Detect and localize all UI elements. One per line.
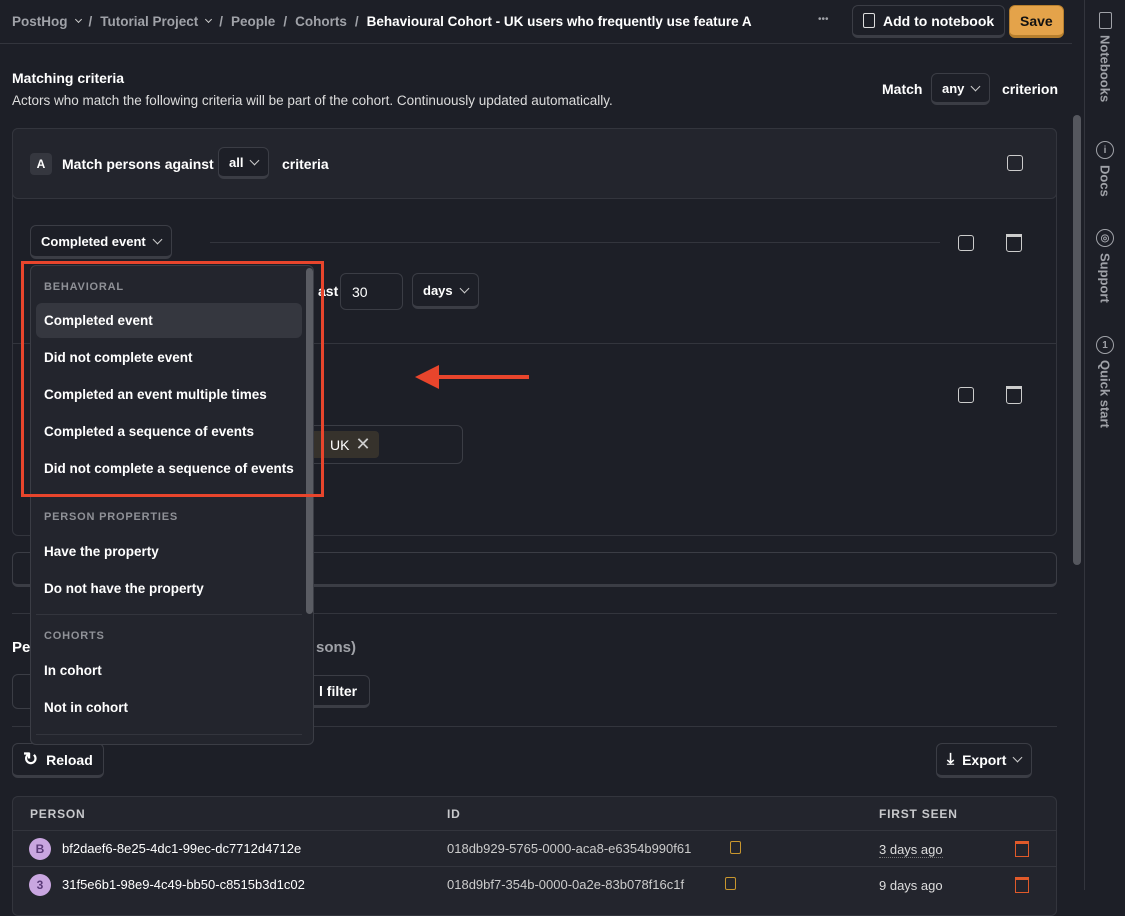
- info-icon: i: [1096, 141, 1114, 159]
- delete-person-icon[interactable]: [1015, 841, 1029, 857]
- persons-title: Pe: [12, 639, 31, 656]
- group-letter-badge: A: [30, 153, 52, 175]
- days-input[interactable]: 30: [340, 273, 403, 310]
- save-label: Save: [1020, 12, 1053, 29]
- match-value: any: [942, 80, 965, 96]
- add-to-notebook-button[interactable]: Add to notebook: [852, 5, 1006, 38]
- breadcrumb-org[interactable]: PostHog: [12, 14, 68, 29]
- notebook-icon: [1098, 12, 1112, 29]
- more-button[interactable]: •••: [818, 14, 829, 25]
- highlight-box: [21, 261, 324, 497]
- chevron-down-icon: [1012, 752, 1023, 763]
- arrow-left-icon: [415, 365, 529, 389]
- breadcrumb-project[interactable]: Tutorial Project: [100, 14, 198, 29]
- criterion-type-select[interactable]: Completed event: [30, 225, 172, 259]
- person-link[interactable]: bf2daef6-8e25-4dc1-99ec-dc7712d4712e: [62, 841, 301, 856]
- avatar: 3: [29, 874, 51, 896]
- menu-section-cohorts: COHORTS: [44, 630, 105, 642]
- quick-start-badge-icon: 1: [1096, 336, 1114, 354]
- group-prefix: Match persons against: [62, 156, 214, 172]
- person-id: 018db929-5765-0000-aca8-e6354b990f61: [447, 841, 692, 856]
- section-description: Actors who match the following criteria …: [12, 93, 613, 108]
- export-label: Export: [962, 751, 1007, 768]
- trash-icon[interactable]: [1006, 234, 1022, 252]
- persons-count: sons): [316, 639, 357, 656]
- duplicate-group-icon[interactable]: [1007, 155, 1023, 171]
- download-icon: ⤓: [947, 750, 955, 768]
- breadcrumb-cohorts[interactable]: Cohorts: [295, 14, 347, 29]
- duplicate-icon[interactable]: [958, 387, 974, 403]
- copy-icon[interactable]: [725, 877, 736, 890]
- menu-item-not-in-cohort[interactable]: Not in cohort: [36, 690, 302, 725]
- export-button[interactable]: ⤓ Export: [936, 743, 1033, 778]
- section-title: Matching criteria: [12, 70, 125, 86]
- chevron-down-icon: [205, 15, 213, 24]
- copy-icon[interactable]: [730, 841, 741, 854]
- group-match-value: all: [229, 154, 244, 170]
- first-seen: 3 days ago: [879, 842, 943, 858]
- chevron-down-icon: [74, 15, 82, 24]
- sidebar-item-docs[interactable]: i Docs: [1088, 141, 1122, 197]
- delete-person-icon[interactable]: [1015, 877, 1029, 893]
- reload-icon: ↻: [23, 749, 39, 769]
- group-match-select[interactable]: all: [218, 147, 270, 179]
- breadcrumb-current: Behavioural Cohort - UK users who freque…: [366, 14, 752, 29]
- lifebuoy-icon: ◎: [1096, 229, 1114, 247]
- sidebar-label: Docs: [1097, 165, 1113, 197]
- reload-label: Reload: [46, 751, 93, 768]
- page-scrollbar[interactable]: [1073, 115, 1081, 565]
- sidebar-label: Support: [1097, 253, 1113, 303]
- unit-select[interactable]: days: [412, 273, 479, 309]
- first-seen: 9 days ago: [879, 878, 943, 893]
- match-label: Match: [882, 81, 923, 97]
- breadcrumb: PostHog / Tutorial Project / People / Co…: [12, 14, 752, 29]
- unit-value: days: [423, 282, 453, 298]
- notebook-icon: [863, 13, 875, 28]
- close-icon[interactable]: ✕: [355, 434, 370, 455]
- sidebar-label: Quick start: [1097, 360, 1113, 428]
- column-header-first-seen[interactable]: FIRST SEEN: [879, 807, 958, 821]
- group-suffix: criteria: [282, 156, 329, 172]
- column-header-person[interactable]: PERSON: [30, 807, 85, 821]
- save-button[interactable]: Save: [1009, 5, 1064, 38]
- reload-button[interactable]: ↻ Reload: [12, 743, 104, 778]
- chevron-down-icon: [970, 81, 981, 91]
- sidebar-item-notebooks[interactable]: Notebooks: [1088, 12, 1122, 102]
- sidebar-item-quick-start[interactable]: 1 Quick start: [1088, 336, 1122, 428]
- menu-section-person-properties: PERSON PROPERTIES: [44, 511, 179, 523]
- breadcrumb-people[interactable]: People: [231, 14, 275, 29]
- criterion-type-value: Completed event: [41, 233, 146, 249]
- sidebar-item-support[interactable]: ◎ Support: [1088, 229, 1122, 303]
- column-header-id[interactable]: ID: [447, 807, 461, 821]
- chevron-down-icon: [250, 155, 260, 165]
- menu-item-have-property[interactable]: Have the property: [36, 534, 302, 569]
- duplicate-icon[interactable]: [958, 235, 974, 251]
- criterion-label: criterion: [1002, 81, 1059, 97]
- avatar: B: [29, 838, 51, 860]
- chevron-down-icon: [152, 234, 163, 244]
- sidebar-label: Notebooks: [1097, 35, 1113, 103]
- add-to-notebook-label: Add to notebook: [883, 12, 995, 29]
- trash-icon[interactable]: [1006, 386, 1022, 404]
- match-select[interactable]: any: [931, 73, 991, 105]
- menu-item-in-cohort[interactable]: In cohort: [36, 653, 302, 688]
- tag-label: UK: [330, 436, 350, 453]
- chevron-down-icon: [459, 283, 470, 293]
- menu-item-not-have-property[interactable]: Do not have the property: [36, 571, 302, 606]
- filter-label: l filter: [319, 683, 358, 699]
